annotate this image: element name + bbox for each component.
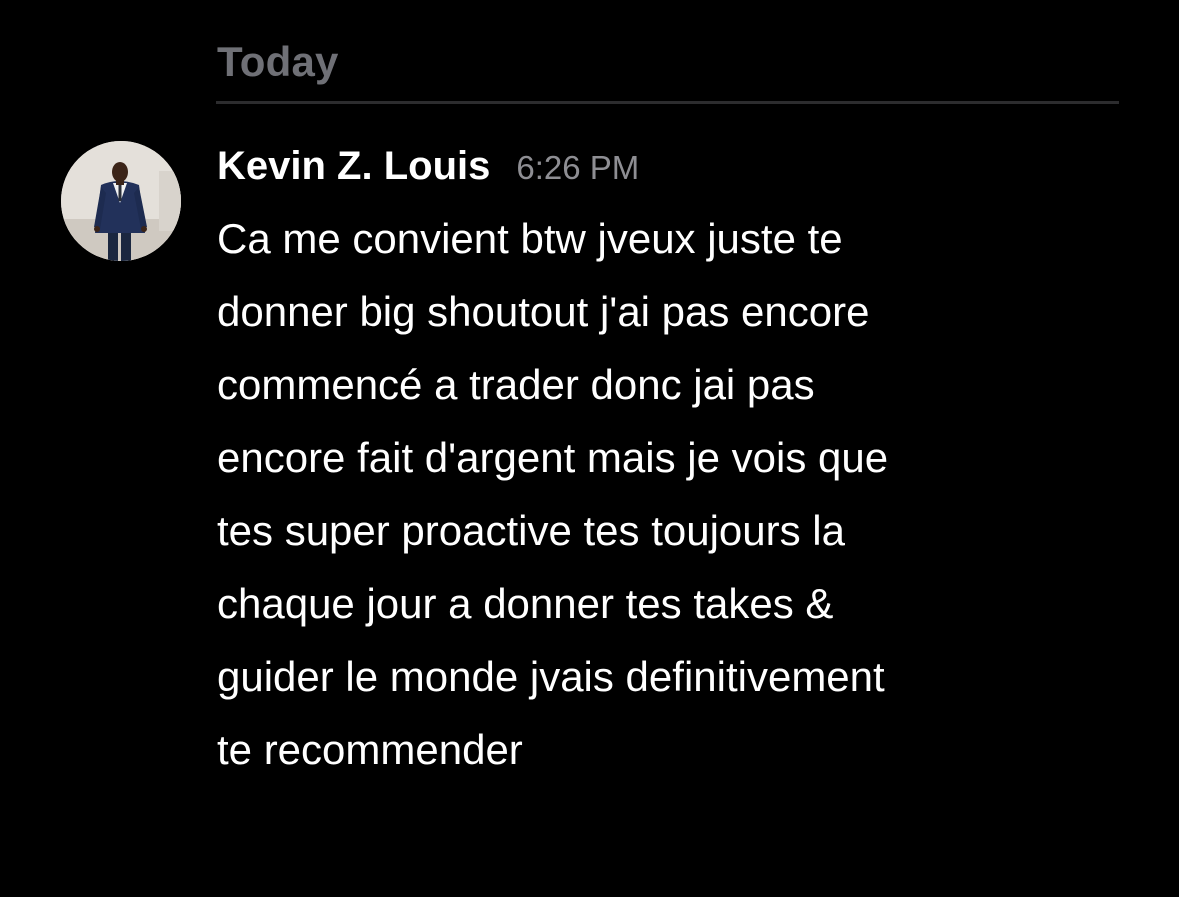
- message-line: donner big shoutout j'ai pas encore: [217, 288, 870, 335]
- message-line: commencé a trader donc jai pas: [217, 361, 815, 408]
- message-header: Kevin Z. Louis 6:26 PM: [217, 144, 639, 196]
- date-divider-label: Today: [217, 38, 339, 85]
- avatar[interactable]: [61, 141, 181, 261]
- message-timestamp: 6:26 PM: [516, 149, 640, 186]
- message-line: Ca me convient btw jveux juste te: [217, 215, 843, 262]
- message-line: chaque jour a donner tes takes &: [217, 580, 834, 627]
- date-divider-line: [216, 101, 1119, 104]
- author-name[interactable]: Kevin Z. Louis: [217, 144, 490, 189]
- person-photo-icon: [61, 141, 181, 261]
- message-line: tes super proactive tes toujours la: [217, 507, 845, 554]
- message-line: guider le monde jvais definitivement: [217, 653, 885, 700]
- message-line: te recommender: [217, 726, 523, 773]
- message-body: Ca me convient btw jveux juste te donner…: [217, 202, 1117, 786]
- message-line: encore fait d'argent mais je vois que: [217, 434, 889, 481]
